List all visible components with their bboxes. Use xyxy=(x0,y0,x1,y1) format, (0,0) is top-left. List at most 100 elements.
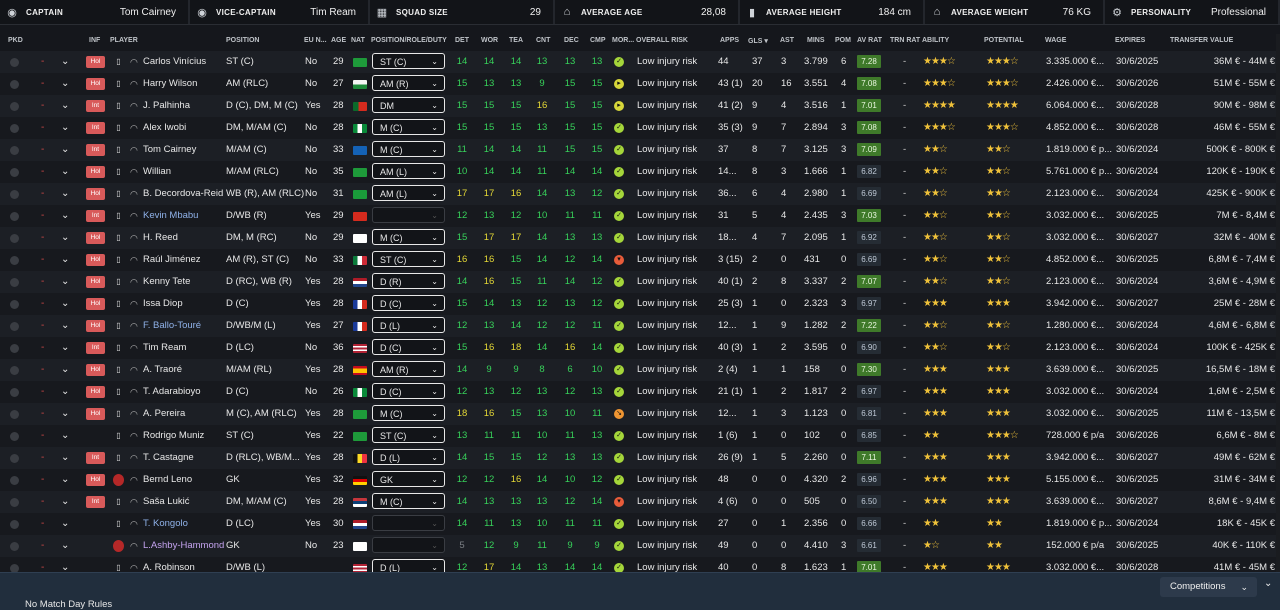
pick-indicator[interactable] xyxy=(10,564,19,572)
col-trn[interactable]: TRN RAT xyxy=(890,37,920,44)
col-potential[interactable]: POTENTIAL xyxy=(984,37,1024,44)
player-name[interactable]: H. Reed xyxy=(143,227,178,249)
role-select[interactable]: ⌄ xyxy=(372,207,445,223)
table-row[interactable]: - ⌄ Hol ▯ ◠ B. Decordova-Reid WB (R), AM (RLC)… xyxy=(0,183,1280,205)
player-name[interactable]: Bernd Leno xyxy=(143,469,192,491)
role-select[interactable]: M (C) ⌄ xyxy=(372,119,445,135)
table-row[interactable]: - ⌄ Hol ▯ ◠ Harry Wilson AM (RLC) No 27 AM (R) ⌄ 15… xyxy=(0,73,1280,95)
player-name[interactable]: Tim Ream xyxy=(143,337,186,359)
role-select[interactable]: D (L) ⌄ xyxy=(372,449,445,465)
table-row[interactable]: - ⌄ ▯ ◠ Rodrigo Muniz ST (C) Yes 22 ST (C) ⌄ 13 11 1… xyxy=(0,425,1280,447)
table-row[interactable]: - ⌄ ▯ ◠ T. Kongolo D (LC) Yes 30 ⌄ 14 11 13 10 11 11 ✓ L… xyxy=(0,513,1280,535)
role-select[interactable]: D (C) ⌄ xyxy=(372,339,445,355)
pick-indicator[interactable] xyxy=(10,124,19,133)
col-apps[interactable]: APPS xyxy=(720,37,739,44)
table-row[interactable]: - ⌄ Hol ▯ ◠ A. Traoré M/AM (RL) Yes 28 AM (R) ⌄ 14 9… xyxy=(0,359,1280,381)
pick-indicator[interactable] xyxy=(10,322,19,331)
col-ability[interactable]: ABILITY xyxy=(922,37,949,44)
table-row[interactable]: - ⌄ Int ▯ ◠ T. Castagne D (RLC), WB/M... Yes 28 D… xyxy=(0,447,1280,469)
row-expand-chevron-icon[interactable]: ⌄ xyxy=(61,227,69,249)
row-expand-chevron-icon[interactable]: ⌄ xyxy=(61,271,69,293)
row-expand-chevron-icon[interactable]: ⌄ xyxy=(61,491,69,513)
col-age[interactable]: AGE xyxy=(331,37,346,44)
col-gls[interactable]: GLS ▾ xyxy=(748,37,768,45)
role-select[interactable]: AM (L) ⌄ xyxy=(372,185,445,201)
player-name[interactable]: Harry Wilson xyxy=(143,73,197,95)
player-name[interactable]: A. Traoré xyxy=(143,359,182,381)
role-select[interactable]: DM ⌄ xyxy=(372,97,445,113)
pick-indicator[interactable] xyxy=(10,278,19,287)
stat-captain[interactable]: ◉ CAPTAIN Tom Cairney xyxy=(0,0,190,24)
role-select[interactable]: D (R) ⌄ xyxy=(372,273,445,289)
role-select[interactable]: D (C) ⌄ xyxy=(372,383,445,399)
col-mins[interactable]: MINS xyxy=(807,37,825,44)
pick-indicator[interactable] xyxy=(10,410,19,419)
row-expand-chevron-icon[interactable]: ⌄ xyxy=(61,381,69,403)
player-name[interactable]: Saša Lukić xyxy=(143,491,189,513)
col-pkd[interactable]: PKD xyxy=(8,37,23,44)
role-select[interactable]: AM (R) ⌄ xyxy=(372,75,445,91)
pick-indicator[interactable] xyxy=(10,542,19,551)
table-row[interactable]: - ⌄ Hol ▯ ◠ Carlos Vinícius ST (C) No 29 ST (C) ⌄ 1… xyxy=(0,51,1280,73)
table-row[interactable]: - ⌄ Int ▯ ◠ Alex Iwobi DM, M/AM (C) No 28 M (C) ⌄ 1… xyxy=(0,117,1280,139)
row-expand-chevron-icon[interactable]: ⌄ xyxy=(61,403,69,425)
col-dec[interactable]: DEC xyxy=(564,37,579,44)
competitions-dropdown[interactable]: Competitions ⌄ xyxy=(1160,577,1257,597)
table-row[interactable]: - ⌄ Hol ▯ ◠ Issa Diop D (C) Yes 28 D (C) ⌄ 15 14 13 12… xyxy=(0,293,1280,315)
role-select[interactable]: GK ⌄ xyxy=(372,471,445,487)
table-row[interactable]: - ⌄ Hol ▯ ◠ F. Ballo-Touré D/WB/M (L) Yes 27 D (L… xyxy=(0,315,1280,337)
col-morale[interactable]: MOR... xyxy=(612,37,634,44)
role-select[interactable]: AM (R) ⌄ xyxy=(372,361,445,377)
player-name[interactable]: T. Castagne xyxy=(143,447,194,469)
player-name[interactable]: Rodrigo Muniz xyxy=(143,425,204,447)
col-expires[interactable]: EXPIRES xyxy=(1115,37,1145,44)
table-row[interactable]: - ⌄ ● ◠ L.Ashby-Hammond GK No 23 ⌄ 5 12 9 11 9 9 ✓ Low i… xyxy=(0,535,1280,557)
player-name[interactable]: Tom Cairney xyxy=(143,139,196,161)
table-row[interactable]: - ⌄ Int ▯ ◠ Saša Lukić DM, M/AM (C) Yes 28 M (C) ⌄… xyxy=(0,491,1280,513)
pick-indicator[interactable] xyxy=(10,146,19,155)
table-row[interactable]: - ⌄ Hol ▯ ◠ A. Pereira M (C), AM (RLC) Yes 28 M (… xyxy=(0,403,1280,425)
col-role[interactable]: POSITION/ROLE/DUTY xyxy=(371,37,447,44)
stat-average-weight[interactable]: ⌂ AVERAGE WEIGHT 76 KG xyxy=(925,0,1105,24)
row-expand-chevron-icon[interactable]: ⌄ xyxy=(61,293,69,315)
col-risk[interactable]: OVERALL RISK xyxy=(636,37,688,44)
table-row[interactable]: - ⌄ Hol ▯ ◠ H. Reed DM, M (RC) No 29 M (C) ⌄ 15 17 17… xyxy=(0,227,1280,249)
table-row[interactable]: - ⌄ Int ▯ ◠ Tom Cairney M/AM (C) No 33 M (C) ⌄ 11 14… xyxy=(0,139,1280,161)
player-name[interactable]: Issa Diop xyxy=(143,293,183,315)
player-name[interactable]: B. Decordova-Reid xyxy=(143,183,223,205)
role-select[interactable]: AM (L) ⌄ xyxy=(372,163,445,179)
table-row[interactable]: - ⌄ ▯ ◠ A. Robinson D/WB (L) D (L) ⌄ 12 17 14 13 14 1… xyxy=(0,557,1280,572)
pick-indicator[interactable] xyxy=(10,366,19,375)
col-nat[interactable]: NAT xyxy=(351,37,365,44)
row-expand-chevron-icon[interactable]: ⌄ xyxy=(61,205,69,227)
role-select[interactable]: ST (C) ⌄ xyxy=(372,251,445,267)
pick-indicator[interactable] xyxy=(10,212,19,221)
table-row[interactable]: - ⌄ Hol ● ◠ Bernd Leno GK Yes 32 GK ⌄ 12 12 16 14 10 12 ✓… xyxy=(0,469,1280,491)
col-cmp[interactable]: CMP xyxy=(590,37,606,44)
stat-squad-size[interactable]: ▦ SQUAD SIZE 29 xyxy=(370,0,555,24)
pick-indicator[interactable] xyxy=(10,498,19,507)
row-expand-chevron-icon[interactable]: ⌄ xyxy=(61,161,69,183)
table-row[interactable]: - ⌄ Int ▯ ◠ J. Palhinha D (C), DM, M (C) Yes 28 D… xyxy=(0,95,1280,117)
player-name[interactable]: J. Palhinha xyxy=(143,95,190,117)
pick-indicator[interactable] xyxy=(10,80,19,89)
col-player[interactable]: PLAYER xyxy=(110,37,138,44)
pick-indicator[interactable] xyxy=(10,58,19,67)
row-expand-chevron-icon[interactable]: ⌄ xyxy=(61,469,69,491)
row-expand-chevron-icon[interactable]: ⌄ xyxy=(61,117,69,139)
pick-indicator[interactable] xyxy=(10,102,19,111)
role-select[interactable]: D (L) ⌄ xyxy=(372,559,445,572)
stat-average-height[interactable]: ▮ AVERAGE HEIGHT 184 cm xyxy=(740,0,925,24)
row-expand-chevron-icon[interactable]: ⌄ xyxy=(61,315,69,337)
role-select[interactable]: ST (C) ⌄ xyxy=(372,53,445,69)
player-name[interactable]: Kenny Tete xyxy=(143,271,190,293)
row-expand-chevron-icon[interactable]: ⌄ xyxy=(61,557,69,572)
col-pom[interactable]: POM xyxy=(835,37,851,44)
row-expand-chevron-icon[interactable]: ⌄ xyxy=(61,513,69,535)
table-row[interactable]: - ⌄ Hol ▯ ◠ T. Adarabioyo D (C) No 26 D (C) ⌄ 12 13 1… xyxy=(0,381,1280,403)
player-name[interactable]: L.Ashby-Hammond xyxy=(143,535,224,557)
row-expand-chevron-icon[interactable]: ⌄ xyxy=(61,359,69,381)
pick-indicator[interactable] xyxy=(10,344,19,353)
player-name[interactable]: Kevin Mbabu xyxy=(143,205,198,227)
col-det[interactable]: DET xyxy=(455,37,469,44)
